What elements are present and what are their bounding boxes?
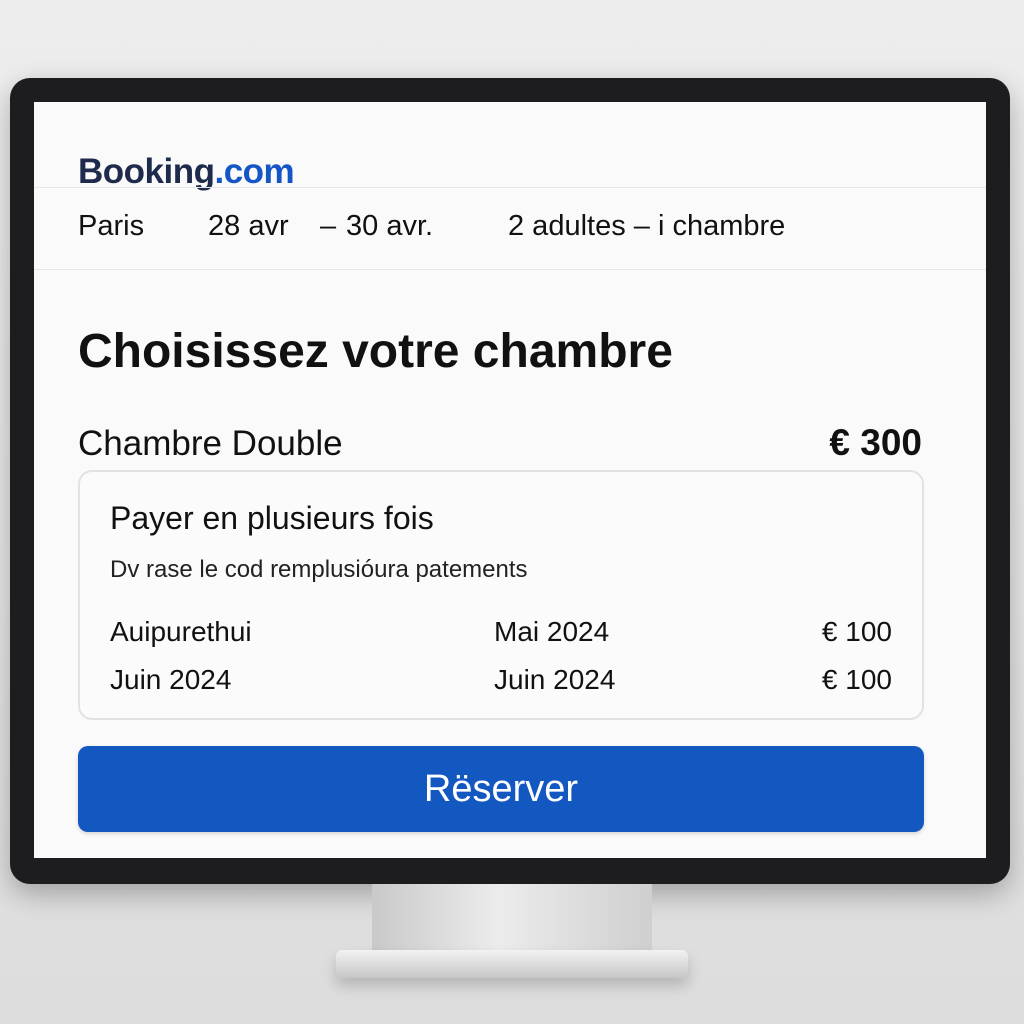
installments-subtitle: Dv rase le cod remplusióura patements xyxy=(110,556,528,583)
header-divider xyxy=(34,187,986,188)
reserve-button[interactable]: Rëserver xyxy=(78,746,924,832)
installments-title: Payer en plusieurs fois xyxy=(110,500,434,536)
date-separator: – xyxy=(320,210,337,242)
logo-brand-text: Booking xyxy=(78,152,215,191)
installment-label: Auipurethui xyxy=(110,616,252,647)
installment-label: Juin 2024 xyxy=(110,664,232,695)
installment-row: Juin 2024 Juin 2024 € 100 xyxy=(110,664,892,700)
destination-field[interactable]: Paris xyxy=(78,210,144,243)
monitor-stand-neck xyxy=(372,884,652,954)
installment-date: Mai 2024 xyxy=(494,616,610,647)
installment-amount: € 100 xyxy=(821,664,892,695)
booking-logo[interactable]: Booking.com xyxy=(78,152,295,192)
installment-row: Auipurethui Mai 2024 € 100 xyxy=(110,616,892,652)
room-name: Chambre Double xyxy=(78,424,343,463)
installment-amount: € 100 xyxy=(821,616,892,647)
room-price: € 300 xyxy=(829,422,922,463)
monitor-frame: Booking.com Paris 28 avr – 30 avr. 2 adu… xyxy=(10,78,1010,884)
browser-screen: Booking.com Paris 28 avr – 30 avr. 2 adu… xyxy=(34,102,986,858)
search-summary-bar[interactable]: Paris 28 avr – 30 avr. 2 adultes – i cha… xyxy=(78,210,958,250)
installment-date: Juin 2024 xyxy=(494,664,616,695)
guests-field[interactable]: 2 adultes – i chambre xyxy=(508,210,785,243)
check-out-date[interactable]: 30 avr. xyxy=(346,210,433,243)
page-title: Choisissez votre chambre xyxy=(78,325,673,378)
search-divider xyxy=(34,269,986,270)
check-in-date[interactable]: 28 avr xyxy=(208,210,289,243)
installments-card[interactable]: Payer en plusieurs fois Dv rase le cod r… xyxy=(78,470,924,720)
logo-domain-text: .com xyxy=(214,152,295,191)
monitor-stand-base xyxy=(336,950,688,978)
